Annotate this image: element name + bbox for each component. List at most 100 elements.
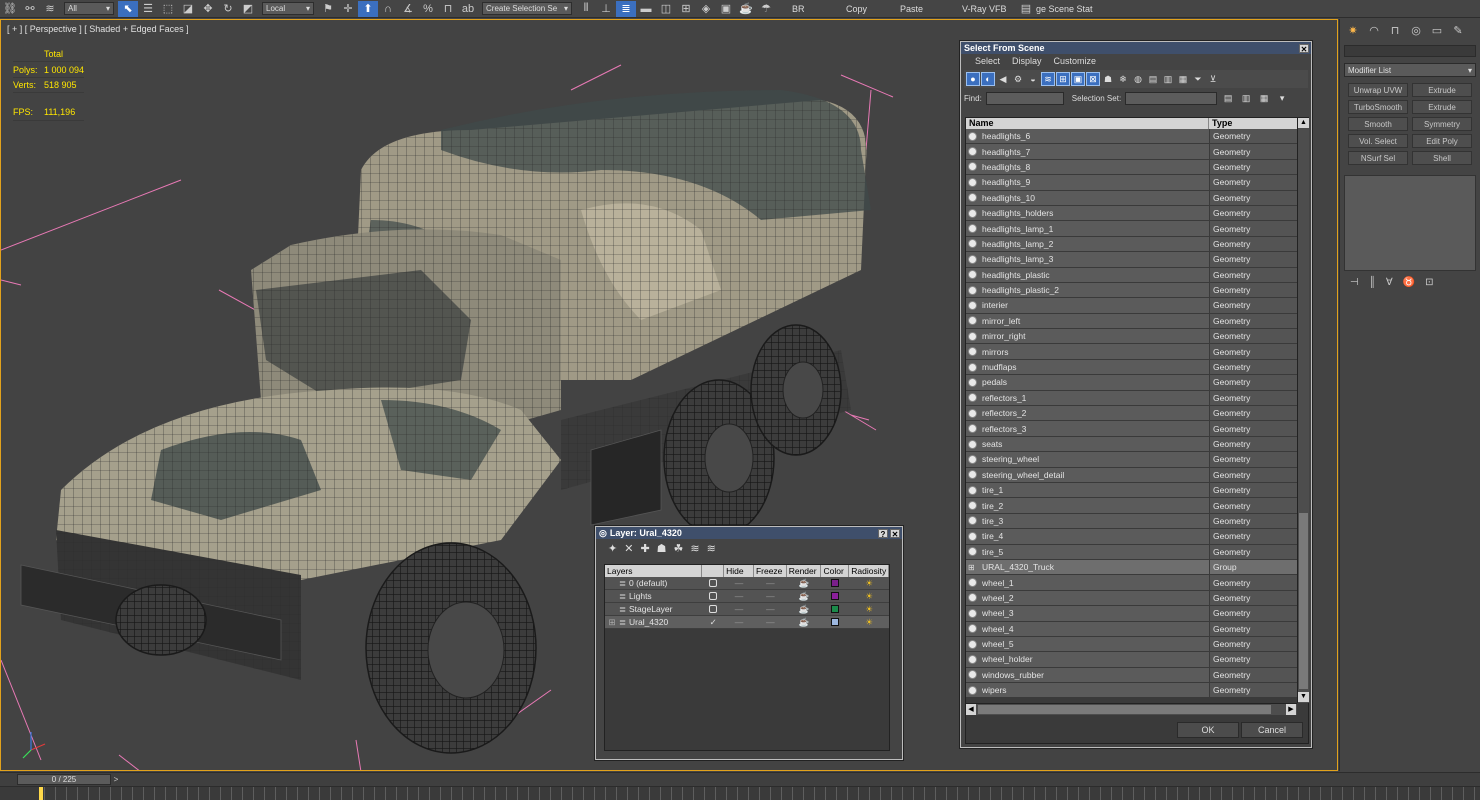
select-in-layer-icon[interactable]: ☗ bbox=[657, 542, 667, 555]
cancel-button[interactable]: Cancel bbox=[1241, 722, 1303, 738]
menu-customize[interactable]: Customize bbox=[1054, 56, 1097, 66]
named-selection-dropdown[interactable]: Create Selection Se ▾ bbox=[482, 2, 572, 15]
rotate-icon[interactable]: ↻ bbox=[218, 1, 238, 17]
scene-list-row[interactable]: mudflaps Geometry bbox=[966, 359, 1297, 376]
percent-snap-icon[interactable]: % bbox=[418, 1, 438, 17]
scroll-up-arrow-icon[interactable]: ▲ bbox=[1298, 118, 1309, 128]
hide-toggle[interactable]: — bbox=[724, 590, 754, 602]
symmetry-button[interactable]: Symmetry bbox=[1412, 117, 1472, 131]
scene-list-row[interactable]: wheel_1 Geometry bbox=[966, 575, 1297, 591]
menu-display[interactable]: Display bbox=[1012, 56, 1042, 66]
next-frame-arrow-icon[interactable]: > bbox=[111, 774, 121, 785]
edit-poly-button[interactable]: Edit Poly bbox=[1412, 134, 1472, 148]
vol-select-button[interactable]: Vol. Select bbox=[1348, 134, 1408, 148]
scene-list-row[interactable]: headlights_plastic_2 Geometry bbox=[966, 282, 1297, 299]
turbosmooth-button[interactable]: TurboSmooth bbox=[1348, 100, 1408, 114]
render-toggle[interactable]: ☕ bbox=[787, 603, 822, 615]
freeze-toggle[interactable]: — bbox=[754, 590, 787, 602]
create-layer-icon[interactable]: ✦ bbox=[608, 542, 617, 555]
align-icon[interactable]: ⊥ bbox=[596, 1, 616, 17]
scene-list-row[interactable]: mirrors Geometry bbox=[966, 344, 1297, 360]
scene-list-row[interactable]: wheel_4 Geometry bbox=[966, 621, 1297, 637]
close-icon[interactable]: ✕ bbox=[1299, 43, 1309, 54]
object-name-field[interactable] bbox=[1344, 45, 1476, 57]
render-toggle[interactable]: ☕ bbox=[787, 590, 822, 602]
scene-list-row[interactable]: tire_5 Geometry bbox=[966, 544, 1297, 560]
window-crossing-icon[interactable]: ◪ bbox=[178, 1, 198, 17]
containers-filter-icon[interactable]: ☗ bbox=[1101, 72, 1115, 86]
time-slider-thumb[interactable]: 0 / 225 bbox=[17, 774, 111, 785]
current-layer-toggle[interactable] bbox=[702, 603, 724, 615]
mirror-icon[interactable]: ⫴ bbox=[576, 1, 596, 17]
schematic-view-icon[interactable]: ⊞ bbox=[676, 1, 696, 17]
current-layer-toggle[interactable]: ✓ bbox=[702, 616, 724, 628]
br-button[interactable]: BR bbox=[792, 4, 832, 14]
material-editor-icon[interactable]: ◈ bbox=[696, 1, 716, 17]
layer-manager-titlebar[interactable]: ◎ Layer: Ural_4320 ? ✕ bbox=[596, 527, 902, 539]
render-production-icon[interactable]: ☂ bbox=[756, 1, 776, 17]
extrude-button-2[interactable]: Extrude bbox=[1412, 100, 1472, 114]
vertical-scroll-thumb[interactable] bbox=[1299, 513, 1308, 689]
remove-modifier-icon[interactable]: ♉ bbox=[1403, 277, 1415, 288]
add-to-layer-icon[interactable]: ✚ bbox=[640, 542, 649, 555]
geometry-filter-icon[interactable]: ● bbox=[966, 72, 980, 86]
radiosity-toggle[interactable]: ☀ bbox=[849, 590, 889, 602]
layer-color-swatch-cell[interactable] bbox=[821, 603, 849, 615]
freeze-toggle[interactable]: — bbox=[754, 577, 787, 589]
scene-list-row[interactable]: headlights_holders Geometry bbox=[966, 205, 1297, 222]
move-icon[interactable]: ✥ bbox=[198, 1, 218, 17]
angle-snap-icon[interactable]: ∡ bbox=[398, 1, 418, 17]
scene-list-row[interactable]: pedals Geometry bbox=[966, 375, 1297, 391]
render-toggle[interactable]: ☕ bbox=[787, 577, 822, 589]
radiosity-toggle[interactable]: ☀ bbox=[849, 577, 889, 589]
scroll-down-arrow-icon[interactable]: ▼ bbox=[1298, 692, 1309, 702]
layer-color-swatch-cell[interactable] bbox=[821, 590, 849, 602]
groups-filter-icon[interactable]: ⊞ bbox=[1056, 72, 1070, 86]
layer-row[interactable]: ≣ 0 (default) — — ☕ ☀ bbox=[605, 577, 889, 590]
spinner-snap-icon[interactable]: ⊓ bbox=[438, 1, 458, 17]
freeze-column-header[interactable]: Freeze bbox=[754, 565, 787, 577]
scene-list-row[interactable]: headlights_8 Geometry bbox=[966, 159, 1297, 176]
scene-list-row[interactable]: windows_rubber Geometry bbox=[966, 667, 1297, 684]
delete-layer-icon[interactable]: ✕ bbox=[624, 542, 633, 555]
scene-list-row[interactable]: wheel_2 Geometry bbox=[966, 590, 1297, 607]
scene-list-row[interactable]: tire_4 Geometry bbox=[966, 529, 1297, 545]
spacewarps-filter-icon[interactable]: ≋ bbox=[1041, 72, 1055, 86]
freeze-toggle[interactable]: — bbox=[754, 616, 787, 628]
scene-list-row[interactable]: headlights_9 Geometry bbox=[966, 175, 1297, 191]
current-layer-toggle[interactable] bbox=[702, 577, 724, 589]
shell-button[interactable]: Shell bbox=[1412, 151, 1472, 165]
hide-toggle[interactable]: — bbox=[724, 616, 754, 628]
hidden-filter-icon[interactable]: ◍ bbox=[1131, 72, 1145, 86]
select-link-icon[interactable]: ⛓ bbox=[0, 1, 20, 17]
scene-list-row[interactable]: headlights_lamp_1 Geometry bbox=[966, 221, 1297, 237]
render-frame-icon[interactable]: ☕ bbox=[736, 1, 756, 17]
layer-row[interactable]: ≣ StageLayer — — ☕ ☀ bbox=[605, 603, 889, 616]
scene-list-row[interactable]: mirror_left Geometry bbox=[966, 313, 1297, 330]
radiosity-column-header[interactable]: Radiosity bbox=[849, 565, 890, 577]
unwrap-uvw-button[interactable]: Unwrap UVW bbox=[1348, 83, 1408, 97]
extrude-button[interactable]: Extrude bbox=[1412, 83, 1472, 97]
display-none-icon[interactable]: ▥ bbox=[1161, 72, 1175, 86]
scene-list-row[interactable]: mirror_right Geometry bbox=[966, 329, 1297, 345]
horizontal-scroll-thumb[interactable] bbox=[978, 705, 1271, 714]
layer-color-swatch-cell[interactable] bbox=[821, 616, 849, 628]
scene-list-row[interactable]: tire_3 Geometry bbox=[966, 513, 1297, 530]
color-column-header[interactable]: Color bbox=[821, 565, 850, 577]
configure-sets-icon[interactable]: ⊡ bbox=[1425, 277, 1433, 288]
snap-toggle-icon[interactable]: ∩ bbox=[378, 1, 398, 17]
layer-row[interactable]: ⊞ ≣ Ural_4320 ✓ — — ☕ ☀ bbox=[605, 616, 889, 629]
scene-list-row[interactable]: headlights_6 Geometry bbox=[966, 129, 1297, 145]
select-from-scene-titlebar[interactable]: Select From Scene ✕ bbox=[961, 42, 1311, 54]
scene-list-row[interactable]: interier Geometry bbox=[966, 298, 1297, 314]
type-column-header[interactable]: Type bbox=[1209, 118, 1297, 129]
menu-select[interactable]: Select bbox=[975, 56, 1000, 66]
ref-coord-dropdown[interactable]: Local ▾ bbox=[262, 2, 314, 15]
make-unique-icon[interactable]: ∀ bbox=[1386, 277, 1393, 288]
vertical-scrollbar[interactable]: ▲ ▼ bbox=[1297, 118, 1309, 703]
render-toggle[interactable]: ☕ bbox=[787, 616, 822, 628]
current-layer-toggle[interactable] bbox=[702, 590, 724, 602]
render-setup-icon[interactable]: ▣ bbox=[716, 1, 736, 17]
layer-color-swatch-cell[interactable] bbox=[821, 577, 849, 589]
help-button[interactable]: ? bbox=[878, 528, 888, 539]
